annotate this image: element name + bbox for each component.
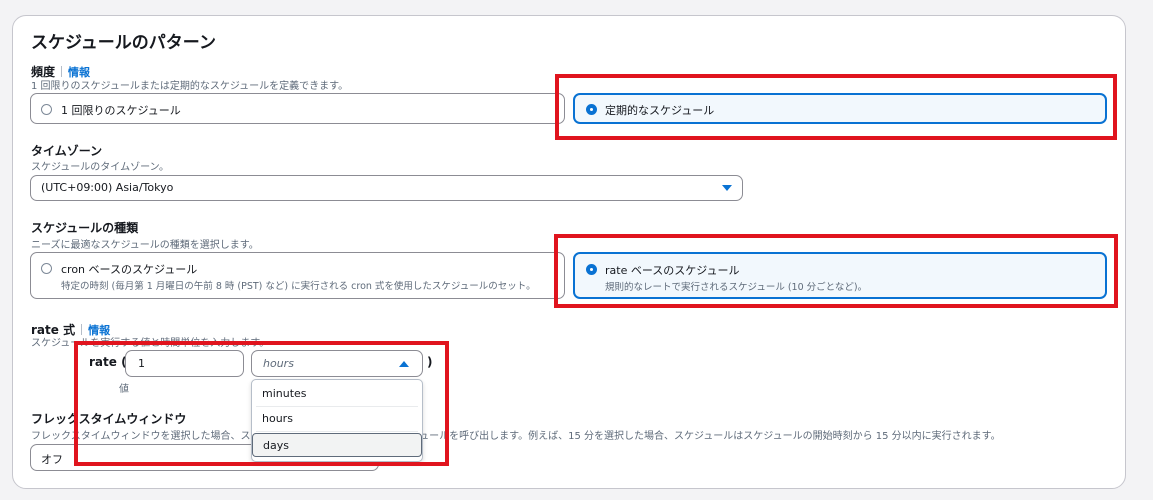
caret-down-icon <box>722 185 732 191</box>
caret-up-icon <box>399 361 409 367</box>
radio-one-time[interactable] <box>41 104 52 115</box>
section-title: スケジュールのパターン <box>31 33 216 53</box>
schedule-type-option-cron-sub: 特定の時刻 (毎月第 1 月曜日の午前 8 時 (PST) など) に実行される… <box>61 281 536 292</box>
rate-value-caption: 値 <box>119 384 129 395</box>
frequency-option-one-time-label: 1 回限りのスケジュール <box>61 104 181 117</box>
radio-rate[interactable] <box>586 264 597 275</box>
frequency-option-recurring-label: 定期的なスケジュール <box>605 104 715 117</box>
rate-value: 1 <box>138 357 145 370</box>
schedule-pattern-panel: スケジュールのパターン 頻度 情報 1 回限りのスケジュールまたは定期的なスケジュ… <box>12 15 1126 489</box>
rate-unit-select[interactable]: hours <box>251 350 423 377</box>
rate-unit-dropdown: minutes hours days <box>251 379 423 462</box>
schedule-type-label: スケジュールの種類 <box>31 221 139 235</box>
timezone-select[interactable]: (UTC+09:00) Asia/Tokyo <box>30 175 743 201</box>
rate-unit-placeholder: hours <box>263 357 294 370</box>
schedule-type-option-cron-label: cron ベースのスケジュール <box>61 263 198 276</box>
radio-cron[interactable] <box>41 263 52 274</box>
schedule-type-description: ニーズに最適なスケジュールの種類を選択します。 <box>31 240 259 251</box>
schedule-type-option-rate-label: rate ベースのスケジュール <box>605 264 740 277</box>
rate-unit-option-days[interactable]: days <box>252 433 422 457</box>
label-separator <box>61 66 63 77</box>
frequency-option-one-time[interactable]: 1 回限りのスケジュール <box>30 93 565 124</box>
schedule-type-option-cron[interactable]: cron ベースのスケジュール 特定の時刻 (毎月第 1 月曜日の午前 8 時 … <box>30 252 565 299</box>
dropdown-divider <box>256 431 418 432</box>
timezone-value: (UTC+09:00) Asia/Tokyo <box>41 181 174 194</box>
radio-recurring[interactable] <box>586 104 597 115</box>
rate-unit-option-minutes[interactable]: minutes <box>252 382 422 406</box>
schedule-type-option-rate[interactable]: rate ベースのスケジュール 規則的なレートで実行されるスケジュール (10 … <box>573 252 1107 299</box>
rate-suffix: ) <box>427 355 433 369</box>
timezone-description: スケジュールのタイムゾーン。 <box>31 162 169 173</box>
frequency-description: 1 回限りのスケジュールまたは定期的なスケジュールを定義できます。 <box>31 81 349 92</box>
rate-prefix: rate ( <box>89 355 127 369</box>
schedule-type-option-rate-sub: 規則的なレートで実行されるスケジュール (10 分ごとなど)。 <box>605 282 868 293</box>
flex-window-description: フレックスタイムウィンドウを選択した場合、スケジューラーはその時間枠内でスケジュ… <box>31 431 1001 442</box>
flex-window-value: オフ <box>41 453 63 466</box>
rate-unit-option-hours[interactable]: hours <box>252 407 422 431</box>
frequency-option-recurring[interactable]: 定期的なスケジュール <box>573 93 1107 124</box>
rate-description: スケジュールを実行する値と時間単位を入力します。 <box>31 338 270 349</box>
flex-window-label: フレックスタイムウィンドウ <box>31 412 187 426</box>
timezone-label: タイムゾーン <box>31 144 103 158</box>
rate-value-input[interactable]: 1 <box>125 350 244 377</box>
